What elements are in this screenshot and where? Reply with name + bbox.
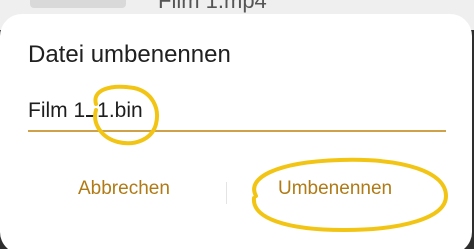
rename-button[interactable]: Umbenennen	[278, 178, 392, 200]
filename-text-before-cursor: Film 1	[28, 99, 86, 122]
dialog-title: Datei umbenennen	[28, 41, 231, 68]
screen: Film 1.mp4 Datei umbenennen Film 1 1.bin …	[0, 0, 474, 249]
background-filename: Film 1.mp4	[158, 0, 267, 13]
text-cursor	[86, 99, 97, 117]
cancel-button[interactable]: Abbrechen	[78, 178, 170, 200]
video-thumbnail	[30, 0, 126, 8]
filename-input-underline	[28, 130, 446, 132]
filename-text-after-cursor: 1.bin	[97, 99, 143, 122]
rename-dialog: Datei umbenennen Film 1 1.bin Abbrechen U…	[0, 14, 472, 249]
filename-input[interactable]: Film 1 1.bin	[28, 99, 143, 123]
button-divider	[226, 182, 227, 204]
